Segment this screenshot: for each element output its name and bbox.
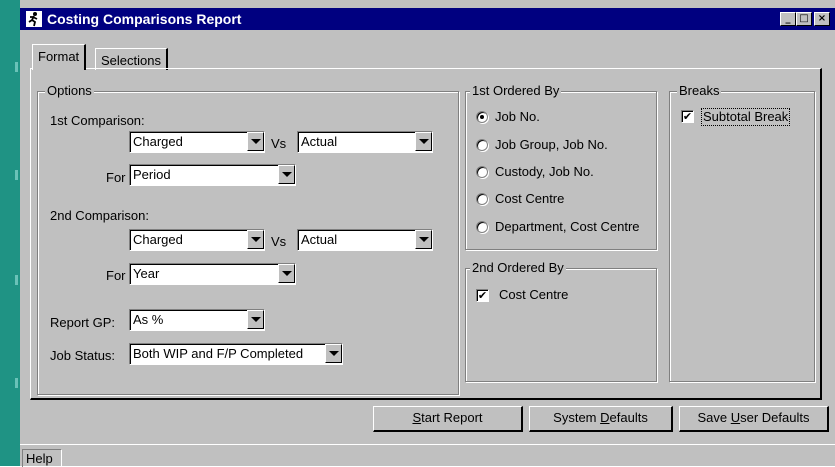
strip-mark: [15, 62, 18, 72]
ordered2-group-label: 2nd Ordered By: [470, 260, 566, 275]
comparison2-right-select[interactable]: Actual: [297, 229, 433, 251]
radio-job-group[interactable]: [476, 139, 488, 151]
comparison1-label: 1st Comparison:: [50, 113, 145, 128]
radio-department-label[interactable]: Department, Cost Centre: [495, 219, 640, 235]
comparison1-left-value: Charged: [133, 134, 183, 149]
maximize-icon[interactable]: □: [796, 12, 812, 26]
chevron-down-icon[interactable]: [278, 264, 295, 283]
status-help: Help: [22, 449, 62, 467]
chevron-down-icon[interactable]: [415, 230, 432, 249]
comparison2-for-label: For: [106, 268, 126, 283]
runner-icon[interactable]: [26, 11, 42, 27]
minimize-icon[interactable]: _: [780, 12, 796, 26]
breaks-group: [669, 91, 815, 382]
radio-custody[interactable]: [476, 166, 488, 178]
options-group-label: Options: [45, 83, 94, 98]
window-title: Costing Comparisons Report: [47, 11, 242, 27]
radio-cost-centre[interactable]: [476, 193, 488, 205]
status-bar: Help: [20, 444, 835, 467]
chevron-down-icon[interactable]: [247, 230, 264, 249]
cost-centre-checkbox[interactable]: ✔: [476, 289, 489, 302]
comparison1-right-value: Actual: [301, 134, 338, 149]
comparison2-vs-label: Vs: [271, 234, 287, 249]
comparison1-for-label: For: [106, 170, 126, 185]
job-status-value: Both WIP and F/P Completed: [133, 346, 304, 361]
comparison2-left-value: Charged: [133, 232, 183, 247]
strip-mark: [15, 170, 18, 180]
comparison2-label: 2nd Comparison:: [50, 208, 149, 223]
radio-cost-centre-label[interactable]: Cost Centre: [495, 191, 564, 207]
comparison1-right-select[interactable]: Actual: [297, 131, 433, 153]
start-report-button[interactable]: Start Report: [373, 406, 523, 432]
strip-mark: [15, 275, 18, 285]
chevron-down-icon[interactable]: [415, 132, 432, 151]
comparison2-right-value: Actual: [301, 232, 338, 247]
desktop-strip: [0, 0, 20, 466]
chevron-down-icon[interactable]: [325, 344, 342, 363]
close-icon[interactable]: ×: [814, 12, 830, 26]
ordered1-group-label: 1st Ordered By: [470, 83, 562, 98]
comparison1-for-select[interactable]: Period: [129, 164, 296, 186]
radio-custody-label[interactable]: Custody, Job No.: [495, 164, 594, 180]
system-defaults-button[interactable]: System Defaults: [529, 406, 673, 432]
comparison2-for-value: Year: [133, 266, 160, 281]
chevron-down-icon[interactable]: [278, 165, 295, 184]
chevron-down-icon[interactable]: [247, 132, 264, 151]
ordered2-group: [465, 268, 657, 382]
comparison1-left-select[interactable]: Charged: [129, 131, 265, 153]
radio-job-group-label[interactable]: Job Group, Job No.: [495, 137, 608, 153]
title-bar[interactable]: Costing Comparisons Report _ □ ×: [20, 8, 835, 30]
job-status-label: Job Status:: [50, 348, 116, 363]
comparison1-vs-label: Vs: [271, 136, 287, 151]
format-panel: Options 1st Comparison: Charged Vs Actua…: [30, 68, 822, 400]
radio-job-no-label[interactable]: Job No.: [495, 109, 540, 125]
strip-mark: [15, 378, 18, 388]
comparison1-for-value: Period: [133, 167, 171, 182]
report-window: Costing Comparisons Report _ □ × Format …: [20, 0, 835, 467]
report-gp-select[interactable]: As %: [129, 309, 265, 331]
tab-selections[interactable]: Selections: [95, 48, 168, 70]
radio-job-no[interactable]: [476, 111, 488, 123]
subtotal-break-label[interactable]: Subtotal Break: [701, 108, 791, 126]
chevron-down-icon[interactable]: [247, 310, 264, 329]
radio-department[interactable]: [476, 221, 488, 233]
cost-centre-checkbox-label[interactable]: Cost Centre: [499, 287, 568, 303]
save-user-defaults-button[interactable]: Save User Defaults: [679, 406, 829, 432]
report-gp-label: Report GP:: [50, 315, 116, 330]
report-gp-value: As %: [133, 312, 164, 327]
job-status-select[interactable]: Both WIP and F/P Completed: [129, 343, 343, 365]
subtotal-break-checkbox[interactable]: ✔: [681, 110, 694, 123]
comparison2-for-select[interactable]: Year: [129, 263, 296, 285]
comparison2-left-select[interactable]: Charged: [129, 229, 265, 251]
tab-format[interactable]: Format: [32, 44, 87, 70]
breaks-group-label: Breaks: [677, 83, 722, 98]
